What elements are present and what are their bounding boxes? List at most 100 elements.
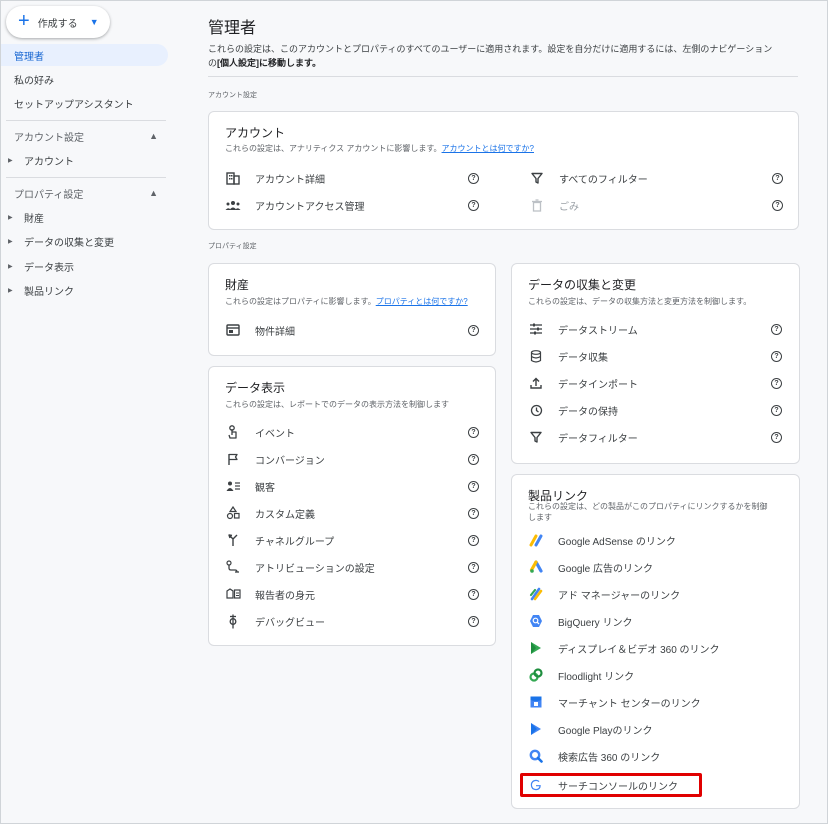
item-label: チャネルグループ: [255, 536, 335, 548]
section-label: アカウント設定: [14, 132, 84, 144]
what-is-account-link[interactable]: アカウントとは何ですか?: [442, 144, 534, 153]
bigquery-link-item[interactable]: BigQuery リンク: [528, 609, 632, 633]
data-retention-item[interactable]: データの保持: [528, 398, 618, 422]
audiences-item[interactable]: 観客: [225, 474, 275, 498]
help-icon[interactable]: ?: [468, 481, 479, 492]
display-video-360-link-item[interactable]: ディスプレイ＆ビデオ 360 のリンク: [528, 636, 720, 660]
item-label: Google Playのリンク: [558, 725, 653, 737]
sidebar-item-data-collection[interactable]: ▶ データの収集と変更: [0, 231, 168, 251]
channel-groups-item[interactable]: チャネルグループ: [225, 528, 334, 552]
help-icon[interactable]: ?: [468, 562, 479, 573]
google-play-link-item[interactable]: Google Playのリンク: [528, 717, 652, 741]
item-label: データ収集: [558, 352, 608, 364]
item-label: アド マネージャーのリンク: [558, 590, 681, 602]
help-icon[interactable]: ?: [771, 378, 782, 389]
data-collection-item[interactable]: データ収集: [528, 344, 608, 368]
account-details-item[interactable]: アカウント詳細: [225, 166, 325, 190]
help-icon[interactable]: ?: [468, 535, 479, 546]
sidebar-item-property[interactable]: ▶ 財産: [0, 207, 168, 227]
item-label: 観客: [255, 482, 275, 494]
sidebar-item-admin[interactable]: 管理者: [0, 44, 168, 66]
data-display-card: データ表示 これらの設定は、レポートでのデータの表示方法を制御します イベント …: [208, 366, 496, 646]
sidebar-item-label: 管理者: [14, 51, 44, 63]
help-icon[interactable]: ?: [771, 324, 782, 335]
card-title: データ表示: [225, 381, 286, 395]
what-is-property-link[interactable]: プロパティとは何ですか?: [376, 297, 468, 306]
account-settings-section[interactable]: アカウント設定 ▲: [0, 126, 168, 146]
search-ads-360-link-item[interactable]: 検索広告 360 のリンク: [528, 744, 660, 768]
sidebar: + 作成する ▼ 管理者 私の好み セットアップアシスタント アカウント設定 ▲…: [0, 0, 178, 824]
item-label: デバッグビュー: [255, 617, 325, 629]
item-label: データインポート: [558, 379, 638, 391]
expand-arrow-icon: ▶: [8, 238, 13, 245]
attribution-settings-item[interactable]: アトリビューションの設定: [225, 555, 375, 579]
account-access-management-item[interactable]: アカウントアクセス管理: [225, 193, 365, 217]
sidebar-item-data-display[interactable]: ▶ データ表示: [0, 256, 168, 276]
ad-manager-link-item[interactable]: アド マネージャーのリンク: [528, 582, 680, 606]
help-icon[interactable]: ?: [468, 508, 479, 519]
chevron-up-icon: ▲: [149, 188, 158, 198]
property-details-item[interactable]: 物件詳細: [225, 318, 295, 342]
item-label: アカウント詳細: [255, 174, 325, 186]
card-title: 財産: [225, 278, 250, 292]
create-button-label: 作成する: [37, 18, 78, 30]
trash-item[interactable]: ごみ: [529, 193, 579, 217]
card-title: アカウント: [225, 126, 286, 140]
property-settings-section[interactable]: プロパティ設定 ▲: [0, 183, 168, 203]
sidebar-divider: [6, 120, 166, 121]
all-filters-item[interactable]: すべてのフィルター: [529, 166, 648, 190]
help-icon[interactable]: ?: [771, 405, 782, 416]
card-description: これらの設定は、アナリティクス アカウントに影響します。アカウントとは何ですか?: [225, 143, 534, 154]
sidebar-item-label: 製品リンク: [24, 286, 74, 298]
events-item[interactable]: イベント: [225, 420, 295, 444]
card-description: これらの設定はプロパティに影響します。プロパティとは何ですか?: [225, 296, 468, 307]
help-icon[interactable]: ?: [468, 589, 479, 600]
google-ads-link-item[interactable]: Google 広告のリンク: [528, 555, 653, 579]
sidebar-item-account[interactable]: ▶ アカウント: [0, 150, 168, 170]
page-description-line: の[個人設定]に移動します。: [208, 56, 808, 70]
card-description-line: します: [528, 513, 552, 522]
help-icon[interactable]: ?: [772, 173, 783, 184]
audience-icon: [225, 478, 241, 494]
sidebar-item-setup-assistant[interactable]: セットアップアシスタント: [0, 92, 168, 114]
help-icon[interactable]: ?: [468, 200, 479, 211]
sidebar-item-preferences[interactable]: 私の好み: [0, 68, 168, 90]
expand-arrow-icon: ▶: [8, 263, 13, 270]
chevron-up-icon: ▲: [149, 131, 158, 141]
help-icon[interactable]: ?: [468, 173, 479, 184]
sidebar-item-label: セットアップアシスタント: [14, 99, 134, 111]
merchant-center-link-item[interactable]: マーチャント センターのリンク: [528, 690, 701, 714]
item-label: データフィルター: [558, 433, 638, 445]
sidebar-item-label: 財産: [24, 213, 44, 225]
help-icon[interactable]: ?: [771, 351, 782, 362]
data-filters-item[interactable]: データフィルター: [528, 425, 638, 449]
help-icon[interactable]: ?: [468, 616, 479, 627]
debug-icon: [225, 613, 241, 629]
custom-definitions-item[interactable]: カスタム定義: [225, 501, 315, 525]
reporting-identity-item[interactable]: 報告者の身元: [225, 582, 315, 606]
help-icon[interactable]: ?: [468, 325, 479, 336]
page-title: 管理者: [208, 20, 257, 37]
item-label: イベント: [255, 428, 295, 440]
sidebar-divider: [6, 177, 166, 178]
data-streams-item[interactable]: データストリーム: [528, 317, 638, 341]
route-icon: [225, 559, 241, 575]
google-ads-icon: [528, 559, 544, 575]
item-label: マーチャント センターのリンク: [558, 698, 701, 710]
help-icon[interactable]: ?: [468, 454, 479, 465]
help-icon[interactable]: ?: [468, 427, 479, 438]
floodlight-link-item[interactable]: Floodlight リンク: [528, 663, 634, 687]
card-title: データの収集と変更: [528, 278, 637, 292]
data-import-item[interactable]: データインポート: [528, 371, 638, 395]
conversions-item[interactable]: コンバージョン: [225, 447, 325, 471]
help-icon[interactable]: ?: [771, 432, 782, 443]
debug-view-item[interactable]: デバッグビュー: [225, 609, 325, 633]
item-label: サーチコンソールのリンク: [558, 781, 678, 793]
search-console-link-item[interactable]: サーチコンソールのリンク: [528, 773, 678, 797]
sidebar-item-product-links[interactable]: ▶ 製品リンク: [0, 280, 168, 300]
desc-text: の: [208, 58, 218, 68]
create-button[interactable]: + 作成する ▼: [6, 6, 110, 38]
adsense-link-item[interactable]: Google AdSense のリンク: [528, 528, 676, 552]
expand-arrow-icon: ▶: [8, 287, 13, 294]
help-icon[interactable]: ?: [772, 200, 783, 211]
